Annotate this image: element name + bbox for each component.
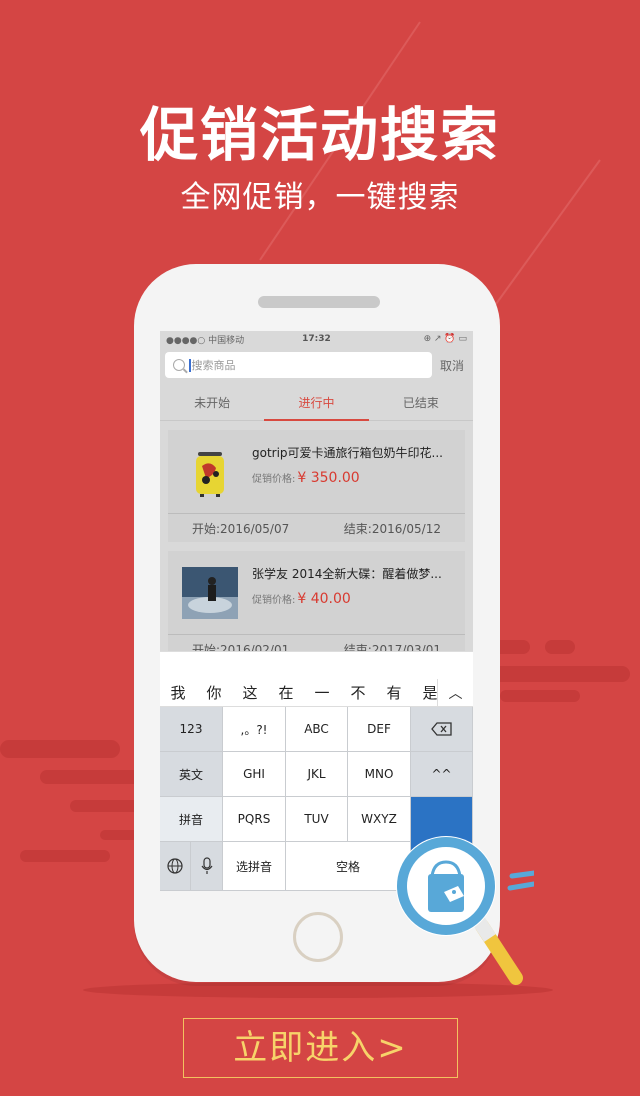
price-value: ¥ 350.00 xyxy=(297,470,360,486)
product-title: gotrip可爱卡通旅行箱包奶牛印花... xyxy=(252,446,443,460)
key-space[interactable]: 空格 xyxy=(286,842,411,891)
price-label: 促销价格: xyxy=(252,474,296,485)
candidate-word[interactable]: 在 xyxy=(268,682,304,703)
search-row: 搜索商品 取消 xyxy=(165,351,468,379)
chevron-up-icon[interactable]: ︿ xyxy=(437,679,473,706)
key-pinyin[interactable]: 拼音 xyxy=(160,797,223,842)
price-row: 促销价格: ¥ 350.00 xyxy=(252,470,360,486)
status-time: 17:32 xyxy=(302,334,331,344)
search-icon xyxy=(173,359,185,371)
hero-subtitle: 全网促销，一键搜索 xyxy=(180,180,460,215)
candidate-word[interactable]: 我 xyxy=(160,682,196,703)
pinyin-composition-bar xyxy=(160,651,473,679)
home-button xyxy=(293,912,343,962)
key-tuv[interactable]: TUV xyxy=(286,797,348,842)
product-card-footer: 开始:2016/05/07 结束:2016/05/12 xyxy=(168,514,465,542)
cancel-button[interactable]: 取消 xyxy=(440,357,464,374)
key-emoticon[interactable]: ^^ xyxy=(411,752,473,797)
candidate-word[interactable]: 你 xyxy=(196,682,232,703)
product-card-body: 张学友 2014全新大碟：醒着做梦... 促销价格: ¥ 40.00 xyxy=(168,551,465,635)
key-pqrs[interactable]: PQRS xyxy=(223,797,286,842)
candidate-bar: 我 你 这 在 一 不 有 是 ︿ xyxy=(160,679,473,707)
key-mno[interactable]: MNO xyxy=(348,752,411,797)
price-row: 促销价格: ¥ 40.00 xyxy=(252,591,351,607)
suitcase-image xyxy=(196,452,224,497)
product-card[interactable]: gotrip可爱卡通旅行箱包奶牛印花... 促销价格: ¥ 350.00 开始:… xyxy=(168,430,465,542)
key-123[interactable]: 123 xyxy=(160,707,223,752)
key-ghi[interactable]: GHI xyxy=(223,752,286,797)
candidate-word[interactable]: 不 xyxy=(340,682,376,703)
start-date: 开始:2016/05/07 xyxy=(192,521,290,536)
phone-speaker xyxy=(258,296,380,308)
status-tabs: 未开始 进行中 已结束 xyxy=(160,387,473,421)
status-bar: ●●●●○ 中国移动 17:32 ⊕ ↗ ⏰ ▭ xyxy=(160,331,473,347)
product-card-body: gotrip可爱卡通旅行箱包奶牛印花... 促销价格: ¥ 350.00 xyxy=(168,430,465,514)
magnifier-shopping-bag-icon xyxy=(396,836,534,985)
key-punctuation[interactable]: ,。?! xyxy=(223,707,286,752)
key-english[interactable]: 英文 xyxy=(160,752,223,797)
key-abc[interactable]: ABC xyxy=(286,707,348,752)
backspace-icon[interactable] xyxy=(411,707,473,752)
tab-not-started[interactable]: 未开始 xyxy=(160,387,264,420)
enter-now-button[interactable]: 立即进入> xyxy=(183,1018,458,1078)
tab-ended[interactable]: 已结束 xyxy=(369,387,473,420)
candidate-word[interactable]: 这 xyxy=(232,682,268,703)
tab-in-progress[interactable]: 进行中 xyxy=(264,387,369,421)
key-jkl[interactable]: JKL xyxy=(286,752,348,797)
candidate-word[interactable]: 有 xyxy=(376,682,412,703)
price-label: 促销价格: xyxy=(252,595,296,606)
text-cursor xyxy=(189,358,191,372)
status-indicators: ⊕ ↗ ⏰ ▭ xyxy=(423,334,467,344)
candidate-word[interactable]: 一 xyxy=(304,682,340,703)
search-input[interactable]: 搜索商品 xyxy=(165,352,432,378)
globe-icon[interactable] xyxy=(160,842,191,891)
hero-title: 促销活动搜索 xyxy=(139,101,500,169)
status-carrier: ●●●●○ 中国移动 xyxy=(166,335,245,346)
album-cover-image xyxy=(182,567,238,619)
product-card[interactable]: 张学友 2014全新大碟：醒着做梦... 促销价格: ¥ 40.00 开始:20… xyxy=(168,551,465,663)
product-title: 张学友 2014全新大碟：醒着做梦... xyxy=(252,567,442,581)
phone-screen: ●●●●○ 中国移动 17:32 ⊕ ↗ ⏰ ▭ 搜索商品 取消 未开始 进行中… xyxy=(160,331,473,891)
key-def[interactable]: DEF xyxy=(348,707,411,752)
key-select-pinyin[interactable]: 选拼音 xyxy=(223,842,286,891)
price-value: ¥ 40.00 xyxy=(297,591,351,607)
search-placeholder: 搜索商品 xyxy=(191,359,236,372)
microphone-icon[interactable] xyxy=(191,842,223,891)
end-date: 结束:2016/05/12 xyxy=(343,521,441,536)
